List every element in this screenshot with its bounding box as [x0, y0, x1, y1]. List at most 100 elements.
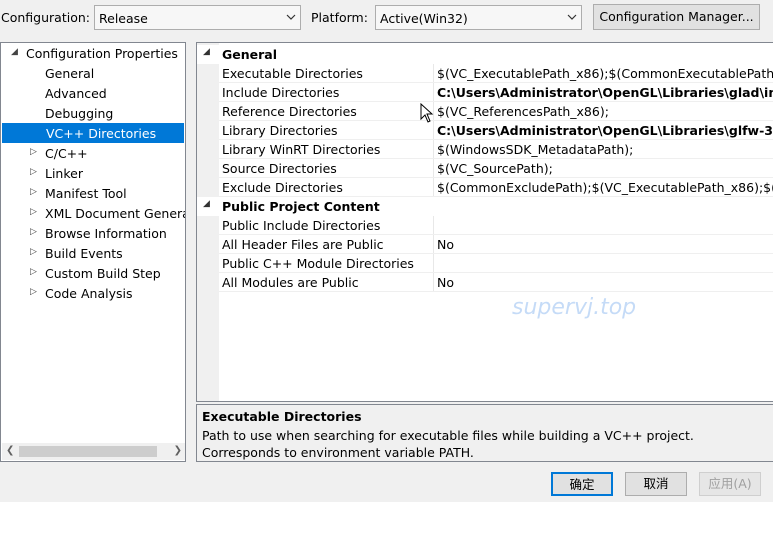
tree-horizontal-scrollbar[interactable]: ❮ ❯: [2, 443, 185, 460]
property-row[interactable]: Library WinRT Directories $(WindowsSDK_Me…: [197, 140, 773, 159]
scroll-right-icon[interactable]: ❯: [174, 445, 182, 456]
tree-item[interactable]: Advanced: [1, 83, 185, 103]
column-separator[interactable]: [433, 121, 434, 140]
tree-item[interactable]: General: [1, 63, 185, 83]
property-value[interactable]: $(VC_ExecutablePath_x86);$(CommonExecuta…: [437, 66, 773, 81]
tree-item-label: Advanced: [45, 86, 107, 101]
column-separator[interactable]: [433, 83, 434, 102]
platform-dropdown[interactable]: Active(Win32): [375, 5, 582, 30]
tree-item-label: C/C++: [45, 146, 88, 161]
tree-item-label: Configuration Properties: [26, 46, 178, 61]
description-title: Executable Directories: [202, 409, 362, 424]
property-row[interactable]: Executable Directories $(VC_ExecutablePat…: [197, 64, 773, 83]
column-separator[interactable]: [433, 178, 434, 197]
collapsed-triangle-icon[interactable]: ▷: [30, 267, 40, 279]
property-value[interactable]: $(WindowsSDK_MetadataPath);: [437, 142, 633, 157]
property-value[interactable]: C:\Users\Administrator\OpenGL\Libraries\…: [437, 85, 773, 100]
tree-item[interactable]: ▷ XML Document Generat: [1, 203, 185, 223]
grid-category[interactable]: ◢ General: [197, 45, 773, 64]
platform-label: Platform:: [311, 10, 368, 25]
configuration-dropdown[interactable]: Release: [94, 5, 301, 30]
property-value[interactable]: No: [437, 237, 454, 252]
collapse-triangle-icon[interactable]: ◢: [203, 199, 210, 209]
platform-value: Active(Win32): [380, 11, 468, 26]
property-name: Source Directories: [222, 161, 337, 176]
property-name: Public Include Directories: [222, 218, 381, 233]
tree-item[interactable]: ▷ Custom Build Step: [1, 263, 185, 283]
column-separator[interactable]: [433, 235, 434, 254]
collapse-triangle-icon[interactable]: ◢: [203, 47, 210, 57]
tree-item[interactable]: VC++ Directories: [2, 123, 184, 143]
collapsed-triangle-icon[interactable]: ▷: [30, 147, 40, 159]
expanded-triangle-icon[interactable]: ◢: [11, 47, 21, 59]
property-name: All Modules are Public: [222, 275, 359, 290]
tree-item-label: Code Analysis: [45, 286, 133, 301]
property-name: Reference Directories: [222, 104, 357, 119]
apply-button[interactable]: 应用(A): [699, 472, 761, 496]
tree-item[interactable]: Debugging: [1, 103, 185, 123]
chevron-down-icon: [286, 14, 296, 20]
property-row[interactable]: Source Directories $(VC_SourcePath);: [197, 159, 773, 178]
collapsed-triangle-icon[interactable]: ▷: [30, 207, 40, 219]
property-value[interactable]: $(CommonExcludePath);$(VC_ExecutablePath…: [437, 180, 773, 195]
grid-category[interactable]: ◢ Public Project Content: [197, 197, 773, 216]
configuration-manager-button[interactable]: Configuration Manager...: [593, 4, 760, 30]
property-row[interactable]: Include Directories C:\Users\Administrato…: [197, 83, 773, 102]
cancel-label: 取消: [643, 476, 669, 491]
tree-item-label: General: [45, 66, 95, 81]
property-row[interactable]: Public Include Directories: [197, 216, 773, 235]
collapsed-triangle-icon[interactable]: ▷: [30, 187, 40, 199]
tree-item-label: XML Document Generat: [45, 206, 186, 221]
property-grid: ◢ General Executable Directories $(VC_Execu…: [196, 42, 773, 402]
collapsed-triangle-icon[interactable]: ▷: [30, 227, 40, 239]
property-value[interactable]: C:\Users\Administrator\OpenGL\Libraries\…: [437, 123, 773, 138]
column-separator[interactable]: [433, 64, 434, 83]
scrollbar-thumb[interactable]: [19, 446, 157, 457]
column-separator[interactable]: [433, 159, 434, 178]
property-value[interactable]: $(VC_ReferencesPath_x86);: [437, 104, 609, 119]
tree-item[interactable]: ▷ Browse Information: [1, 223, 185, 243]
tree-item-label: Browse Information: [45, 226, 167, 241]
collapsed-triangle-icon[interactable]: ▷: [30, 167, 40, 179]
tree-item-label: Manifest Tool: [45, 186, 127, 201]
property-value[interactable]: No: [437, 275, 454, 290]
no-expander: [30, 67, 40, 79]
ok-label: 确定: [569, 477, 595, 492]
property-row[interactable]: All Modules are Public No: [197, 273, 773, 292]
collapsed-triangle-icon[interactable]: ▷: [30, 247, 40, 259]
property-name: Executable Directories: [222, 66, 363, 81]
cancel-button[interactable]: 取消: [625, 472, 687, 496]
property-name: Library Directories: [222, 123, 338, 138]
tree-item[interactable]: ▷ Build Events: [1, 243, 185, 263]
tree-item[interactable]: ▷ C/C++: [1, 143, 185, 163]
scroll-left-icon[interactable]: ❮: [6, 445, 14, 456]
property-name: Exclude Directories: [222, 180, 343, 195]
configuration-label: Configuration:: [1, 10, 90, 25]
mouse-pointer-icon: [420, 103, 434, 123]
collapsed-triangle-icon[interactable]: ▷: [30, 287, 40, 299]
watermark: supervj.top: [512, 295, 637, 320]
property-row[interactable]: Public C++ Module Directories: [197, 254, 773, 273]
tree-item-label: Linker: [45, 166, 83, 181]
column-separator[interactable]: [433, 273, 434, 292]
configuration-manager-label: Configuration Manager...: [599, 9, 754, 24]
tree-item[interactable]: ◢ Configuration Properties: [1, 43, 185, 63]
tree-item-label: VC++ Directories: [46, 126, 157, 141]
tree-item[interactable]: ▷ Linker: [1, 163, 185, 183]
property-row[interactable]: Exclude Directories $(CommonExcludePath);…: [197, 178, 773, 197]
tree-item-label: Debugging: [45, 106, 114, 121]
property-row[interactable]: All Header Files are Public No: [197, 235, 773, 254]
column-separator[interactable]: [433, 216, 434, 235]
property-name: Include Directories: [222, 85, 340, 100]
tree-item[interactable]: ▷ Code Analysis: [1, 283, 185, 303]
tree-item-label: Build Events: [45, 246, 123, 261]
property-value[interactable]: $(VC_SourcePath);: [437, 161, 553, 176]
column-separator[interactable]: [433, 254, 434, 273]
no-expander: [30, 107, 40, 119]
column-separator[interactable]: [433, 140, 434, 159]
ok-button[interactable]: 确定: [551, 472, 613, 496]
property-row[interactable]: Library Directories C:\Users\Administrato…: [197, 121, 773, 140]
property-row[interactable]: Reference Directories $(VC_ReferencesPath…: [197, 102, 773, 121]
tree-item[interactable]: ▷ Manifest Tool: [1, 183, 185, 203]
no-expander: [30, 87, 40, 99]
